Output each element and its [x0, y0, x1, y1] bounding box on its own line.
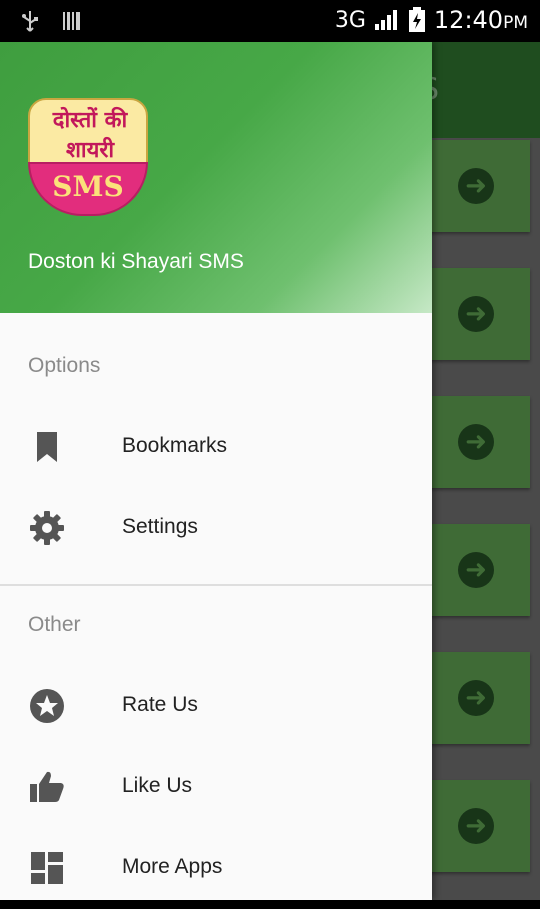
battery-charging-icon: [408, 7, 425, 32]
thumbs-up-icon: [30, 771, 64, 802]
menu-item-more-apps[interactable]: More Apps: [0, 829, 432, 909]
barcode-icon: [63, 12, 80, 30]
clock: 12:40PM: [433, 6, 528, 34]
arrow-right-icon: ➜: [458, 808, 494, 844]
arrow-right-icon: ➜: [458, 168, 494, 204]
arrow-right-icon: ➜: [458, 680, 494, 716]
gear-icon: [30, 511, 64, 545]
apps-grid-icon: [31, 852, 63, 884]
menu-item-label: Rate Us: [122, 693, 198, 716]
menu-item-label: More Apps: [122, 855, 223, 878]
arrow-right-icon: ➜: [458, 424, 494, 460]
menu-item-label: Settings: [122, 515, 198, 538]
star-circle-icon: [30, 689, 64, 723]
menu-item-label: Bookmarks: [122, 434, 228, 457]
network-type: 3G: [334, 7, 366, 33]
drawer-header: दोस्तों की शायरी SMS Doston ki Shayari S…: [0, 42, 432, 313]
menu-item-like-us[interactable]: Like Us: [0, 748, 432, 828]
section-divider: [0, 584, 432, 586]
status-bar: 3G 12:40PM: [0, 0, 540, 42]
menu-item-settings[interactable]: Settings: [0, 489, 432, 569]
navigation-drawer: दोस्तों की शायरी SMS Doston ki Shayari S…: [0, 42, 432, 900]
section-label-other: Other: [28, 613, 81, 636]
app-name: Doston ki Shayari SMS: [28, 250, 244, 273]
section-label-options: Options: [28, 354, 101, 377]
signal-icon: [374, 10, 397, 30]
menu-item-rate-us[interactable]: Rate Us: [0, 667, 432, 747]
app-logo: दोस्तों की शायरी SMS: [28, 98, 148, 216]
menu-item-bookmarks[interactable]: Bookmarks: [0, 408, 432, 488]
arrow-right-icon: ➜: [458, 552, 494, 588]
menu-item-label: Like Us: [122, 774, 193, 797]
bookmark-icon: [37, 432, 57, 462]
usb-icon: [22, 11, 38, 32]
arrow-right-icon: ➜: [458, 296, 494, 332]
